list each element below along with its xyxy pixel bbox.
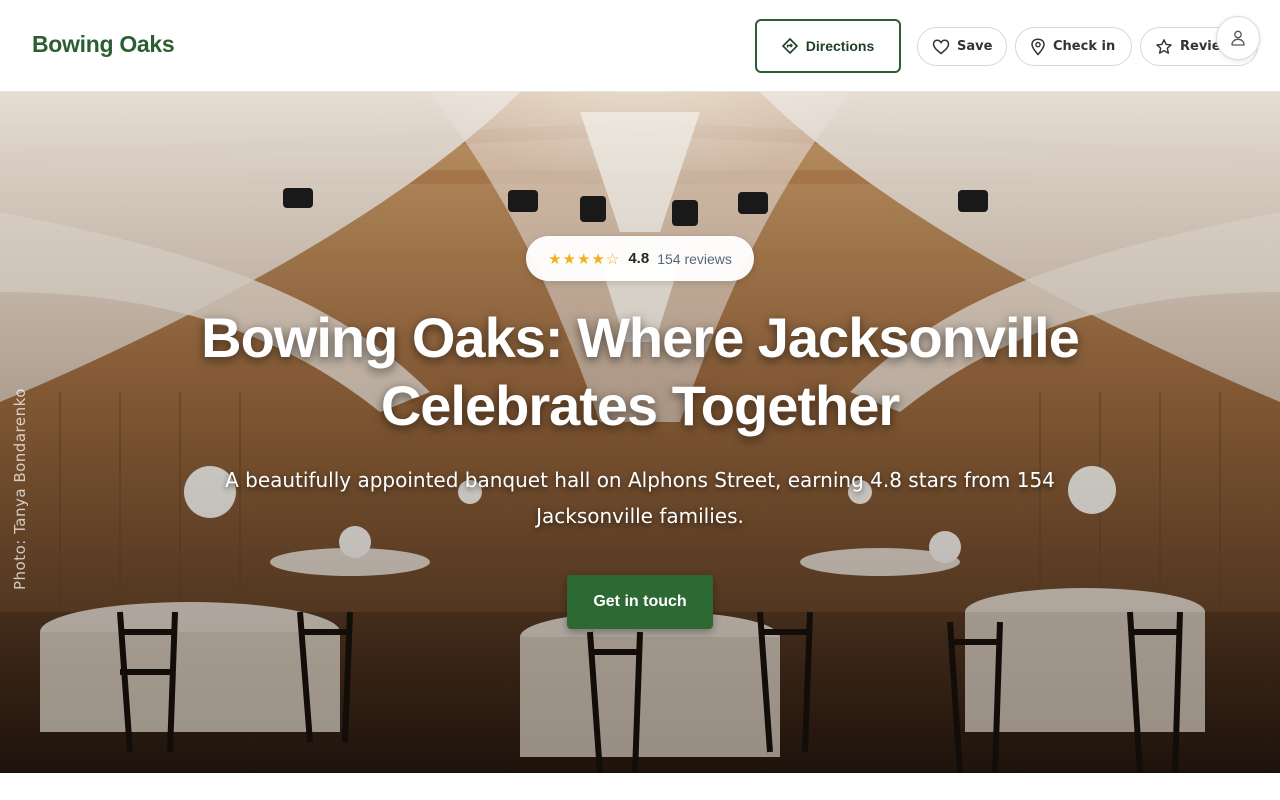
hero-title: Bowing Oaks: Where Jacksonville Celebrat…	[140, 304, 1140, 440]
rating-badge: ★★★★☆ 4.8 154 reviews	[526, 236, 754, 281]
brand-logo[interactable]: Bowing Oaks	[32, 31, 175, 58]
check-in-label: Check in	[1053, 39, 1116, 54]
account-avatar-button[interactable]	[1216, 16, 1260, 60]
check-in-button[interactable]: Check in	[1015, 27, 1132, 66]
directions-label: Directions	[805, 38, 875, 54]
get-in-touch-button[interactable]: Get in touch	[567, 575, 713, 629]
rating-stars: ★★★★☆	[548, 249, 621, 268]
user-icon	[1231, 30, 1245, 46]
photo-credit: Photo: Tanya Bondarenko	[11, 388, 29, 590]
directions-button[interactable]: Directions	[755, 19, 901, 73]
hero-section: Photo: Tanya Bondarenko ★★★★☆ 4.8 154 re…	[0, 92, 1280, 773]
save-label: Save	[957, 39, 993, 54]
rating-value: 4.8	[628, 250, 650, 267]
star-icon	[1156, 38, 1172, 54]
directions-diamond-icon	[781, 38, 798, 54]
map-pin-icon	[1031, 37, 1045, 56]
hero-title-line-1: Bowing Oaks: Where Jacksonville	[201, 306, 1080, 369]
heart-icon	[932, 39, 950, 54]
save-button[interactable]: Save	[917, 27, 1007, 66]
rating-count: 154 reviews	[657, 250, 732, 267]
hero-subtitle: A beautifully appointed banquet hall on …	[225, 468, 1055, 528]
hero-title-line-2: Celebrates Together	[380, 374, 900, 437]
top-header: Bowing Oaks Directions Save Check in Rev…	[0, 0, 1280, 92]
